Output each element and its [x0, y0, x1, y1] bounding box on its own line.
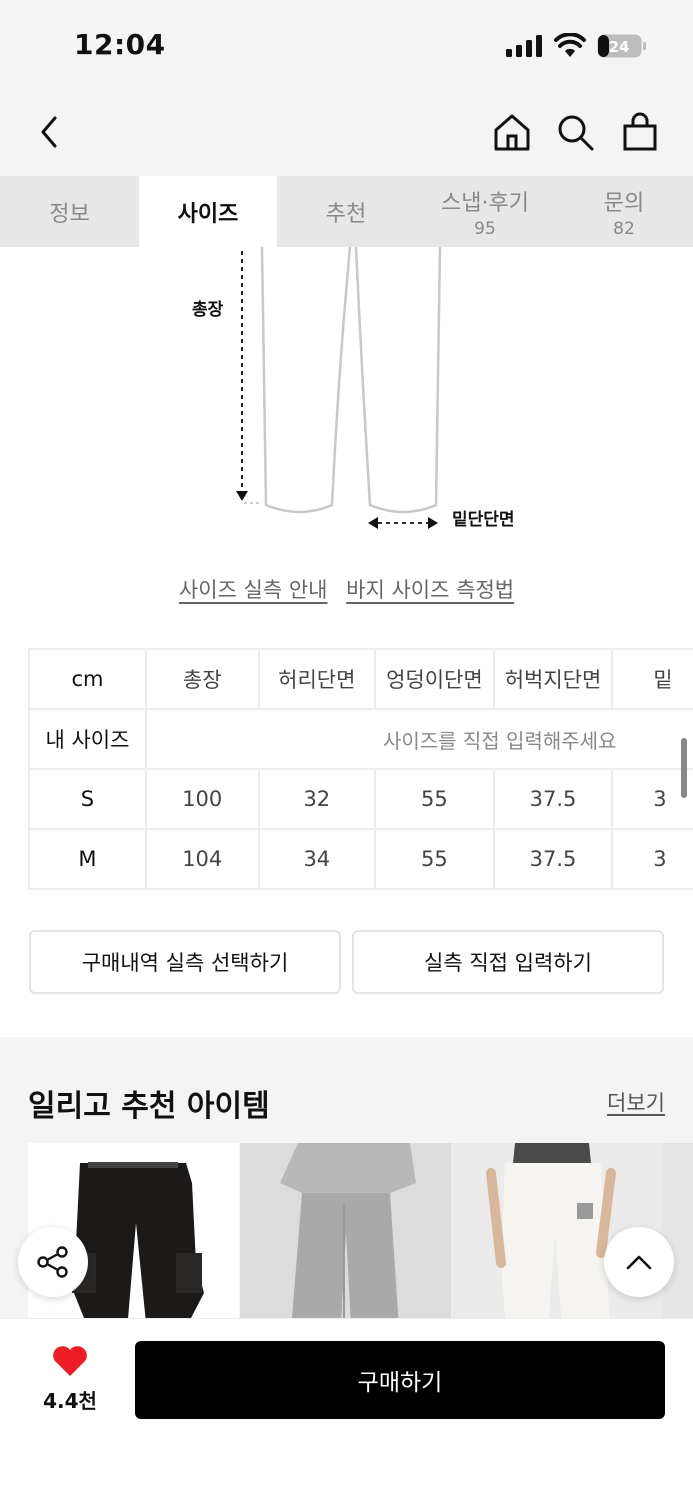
tab-info[interactable]: 정보 [0, 176, 139, 247]
recommend-title: 일리고 추천 아이템 [28, 1089, 270, 1124]
battery-icon: 24 [597, 34, 646, 58]
share-icon [37, 1246, 68, 1278]
chevron-up-icon [626, 1255, 652, 1270]
top-navigation [0, 90, 693, 176]
status-bar: 12:04 24 [0, 0, 693, 90]
size-table: cm 총장 허리단면 엉덩이단면 허벅지단면 밑 내 사이즈 사이즈를 직접 입… [28, 648, 693, 890]
wifi-icon [554, 33, 586, 57]
tab-snap-review[interactable]: 스냅·후기 95 [415, 176, 555, 247]
table-header: 허리단면 [257, 648, 377, 710]
buy-button[interactable]: 구매하기 [135, 1341, 665, 1419]
table-cell: 34 [257, 828, 377, 890]
table-cell: 55 [374, 768, 495, 830]
scroll-top-button[interactable] [604, 1227, 674, 1297]
table-cell: 55 [374, 828, 495, 890]
search-icon[interactable] [553, 110, 597, 154]
table-cell: 37.5 [492, 828, 614, 890]
back-icon[interactable] [28, 110, 72, 154]
pants-illustration [236, 246, 442, 529]
table-cell: 100 [144, 768, 260, 830]
review-count: 95 [474, 218, 496, 239]
like-count: 4.4천 [43, 1389, 97, 1413]
more-link[interactable]: 더보기 [607, 1087, 665, 1117]
my-size-row: 내 사이즈 사이즈를 직접 입력해주세요 [28, 708, 693, 770]
size-guide-link[interactable]: 사이즈 실측 안내 [179, 578, 328, 602]
table-cell: 37.5 [492, 768, 614, 830]
shopping-bag-icon[interactable] [618, 110, 662, 154]
bottom-purchase-bar: 4.4천 구매하기 [0, 1318, 693, 1500]
table-cell: 3 [611, 828, 693, 890]
table-row: M 104 34 55 37.5 3 [28, 828, 693, 890]
table-cell: 104 [144, 828, 260, 890]
recommend-section: 일리고 추천 아이템 더보기 [0, 1037, 693, 1343]
my-size-input[interactable]: 사이즈를 직접 입력해주세요 [144, 708, 693, 770]
table-scrollbar[interactable] [681, 738, 687, 798]
heart-icon [53, 1346, 87, 1376]
manual-measure-input-button[interactable]: 실측 직접 입력하기 [352, 930, 664, 994]
table-header: 총장 [144, 648, 260, 710]
size-cell: S [28, 768, 147, 830]
table-cell: 32 [257, 768, 377, 830]
table-header: 허벅지단면 [492, 648, 614, 710]
table-header: cm [28, 648, 147, 710]
pants-measure-link[interactable]: 바지 사이즈 측정법 [346, 578, 514, 602]
tab-inquiry[interactable]: 문의 82 [555, 176, 693, 247]
purchase-history-measure-button[interactable]: 구매내역 실측 선택하기 [29, 930, 341, 994]
size-guide-links: 사이즈 실측 안내 바지 사이즈 측정법 [0, 574, 693, 604]
tab-size[interactable]: 사이즈 [139, 176, 277, 247]
table-header-row: cm 총장 허리단면 엉덩이단면 허벅지단면 밑 [28, 648, 693, 710]
tab-recommend[interactable]: 추천 [277, 176, 415, 247]
size-diagram: 총장 밑단단면 [0, 246, 693, 567]
signal-icon [506, 35, 542, 57]
recommend-item-image[interactable] [240, 1143, 451, 1343]
inquiry-count: 82 [613, 218, 635, 239]
product-tabs: 정보 사이즈 추천 스냅·후기 95 문의 82 [0, 176, 693, 247]
table-header: 밑 [611, 648, 693, 710]
home-icon[interactable] [490, 110, 534, 154]
size-cell: M [28, 828, 147, 890]
like-button[interactable]: 4.4천 [30, 1345, 110, 1414]
battery-level: 24 [609, 38, 630, 56]
status-time: 12:04 [74, 28, 166, 61]
hem-width-label: 밑단단면 [452, 510, 515, 530]
table-header: 엉덩이단면 [374, 648, 495, 710]
table-row: S 100 32 55 37.5 3 [28, 768, 693, 830]
my-size-label: 내 사이즈 [28, 708, 147, 770]
total-length-label: 총장 [192, 300, 224, 320]
share-button[interactable] [18, 1227, 88, 1297]
